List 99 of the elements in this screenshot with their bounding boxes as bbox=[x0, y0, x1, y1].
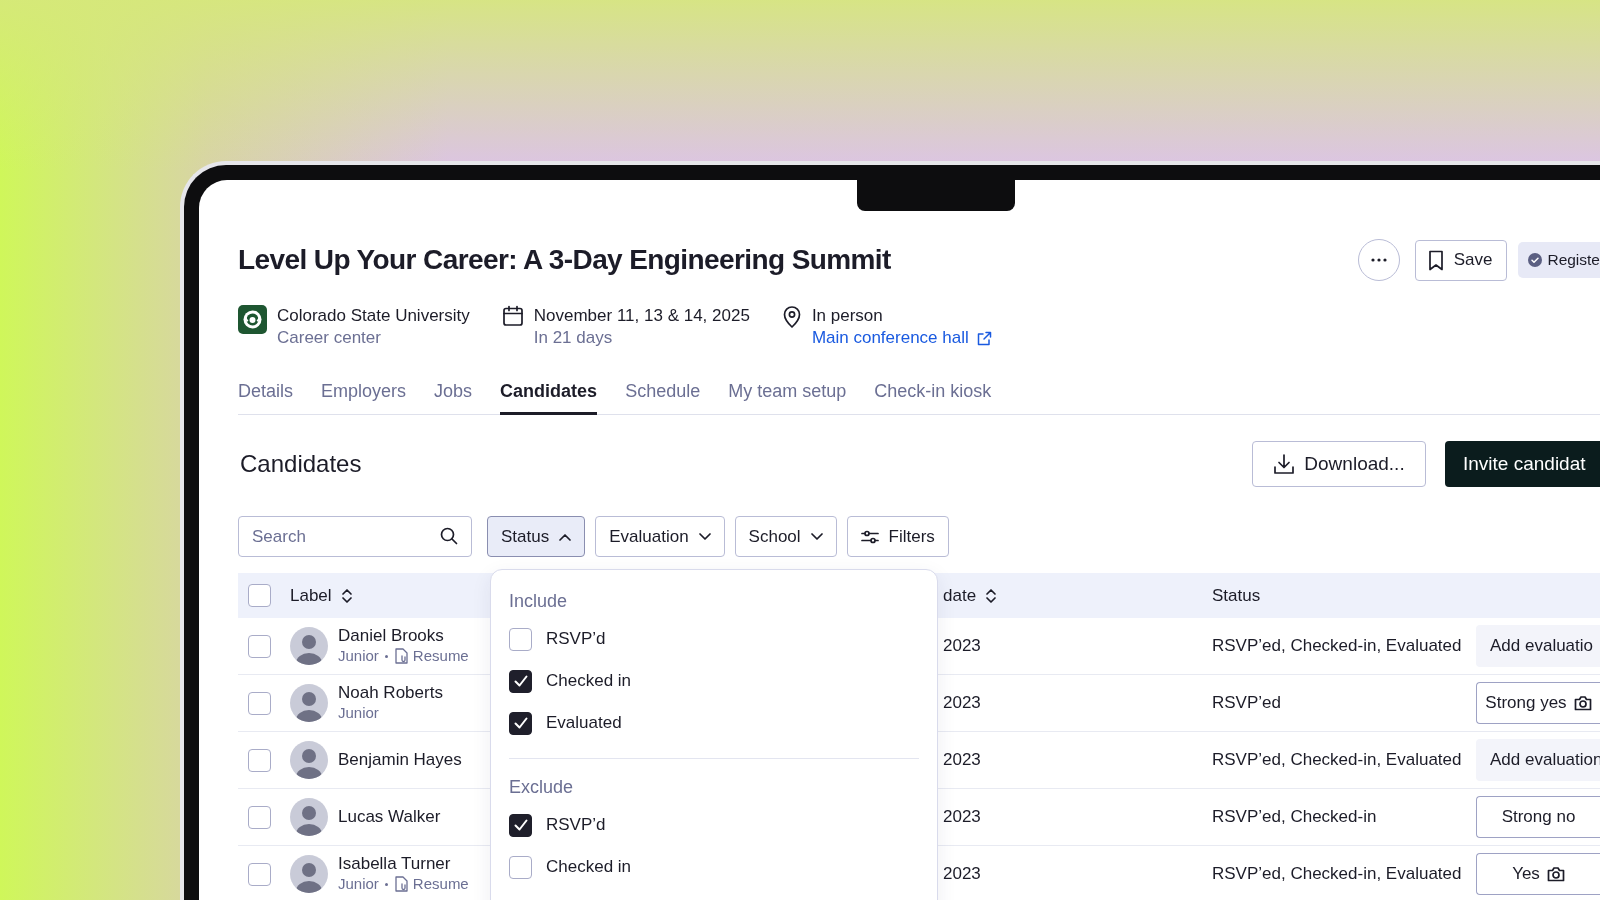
filter-dropdown[interactable]: Status bbox=[487, 516, 586, 557]
avatar-icon bbox=[290, 684, 328, 722]
tab[interactable]: Check-in kiosk bbox=[874, 380, 992, 415]
checkbox[interactable] bbox=[509, 669, 532, 693]
avatar-icon bbox=[290, 627, 328, 665]
sortable-column-header[interactable]: date bbox=[943, 585, 1212, 606]
evaluation-button[interactable]: Strong no bbox=[1476, 796, 1600, 838]
tab[interactable]: Details bbox=[238, 380, 294, 415]
group-heading: Exclude bbox=[509, 776, 575, 799]
event-date: November 11, 13 & 14, 2025 bbox=[533, 305, 750, 327]
checkbox[interactable] bbox=[509, 627, 532, 651]
option-label: Checked in bbox=[546, 671, 632, 691]
registered-badge: Registe bbox=[1518, 242, 1600, 278]
sliders-icon bbox=[860, 529, 879, 544]
check-icon bbox=[513, 717, 528, 729]
save-button[interactable]: Save bbox=[1414, 239, 1508, 281]
tab[interactable]: Candidates bbox=[500, 380, 598, 415]
calendar-icon bbox=[501, 305, 524, 327]
class-year: Junior bbox=[338, 874, 379, 894]
table-cell: 2023 bbox=[943, 864, 981, 883]
search-icon bbox=[440, 527, 458, 545]
table-cell: RSVP’ed, Checked-in, Evaluated bbox=[1212, 864, 1462, 883]
candidate-name: Benjamin Hayes bbox=[338, 750, 462, 770]
group-heading: Include bbox=[509, 590, 569, 613]
tab[interactable]: Schedule bbox=[625, 380, 701, 415]
sortable-column-header[interactable]: Label bbox=[290, 585, 353, 606]
checkbox[interactable] bbox=[509, 813, 532, 837]
table-cell: RSVP’ed, Checked-in, Evaluated bbox=[1212, 636, 1462, 655]
more-button[interactable] bbox=[1357, 239, 1400, 281]
checkbox[interactable] bbox=[509, 855, 532, 879]
checkbox[interactable] bbox=[248, 584, 271, 607]
option-label: RSVP’d bbox=[546, 629, 606, 649]
countdown-text: In 21 days bbox=[533, 327, 614, 349]
file-icon bbox=[393, 876, 409, 892]
separator-dot bbox=[384, 654, 388, 658]
column-header[interactable]: Status bbox=[1212, 585, 1476, 606]
tab[interactable]: Employers bbox=[321, 380, 407, 415]
external-link-icon bbox=[976, 330, 992, 346]
checkbox[interactable] bbox=[248, 748, 271, 772]
checkbox[interactable] bbox=[248, 691, 271, 715]
filter-dropdown[interactable]: School bbox=[734, 516, 837, 557]
tab[interactable]: Jobs bbox=[434, 380, 473, 415]
chevron-down-icon bbox=[698, 532, 711, 541]
invite-button[interactable]: Invite candidat bbox=[1445, 441, 1600, 487]
checkbox[interactable] bbox=[248, 862, 271, 886]
option-label: RSVP’d bbox=[546, 815, 606, 835]
organizer-subtitle: Career center bbox=[277, 327, 382, 349]
section-heading: Candidates bbox=[240, 450, 362, 478]
evaluation-button[interactable]: Yes bbox=[1476, 853, 1600, 895]
table-cell: RSVP’ed, Checked-in, Evaluated bbox=[1212, 750, 1462, 769]
download-button[interactable]: Download... bbox=[1252, 441, 1426, 487]
filter-dropdown[interactable]: Evaluation bbox=[595, 516, 725, 557]
camera-icon bbox=[1546, 866, 1565, 882]
table-cell: 2023 bbox=[943, 636, 981, 655]
avatar-icon bbox=[290, 741, 328, 779]
sort-icon bbox=[340, 586, 353, 605]
organizer-name: Colorado State University bbox=[277, 305, 470, 327]
check-icon bbox=[513, 675, 528, 687]
tab[interactable]: My team setup bbox=[728, 380, 847, 415]
checkbox[interactable] bbox=[248, 634, 271, 658]
candidate-name: Isabella Turner bbox=[338, 854, 452, 874]
class-year: Junior bbox=[338, 646, 379, 666]
separator-dot bbox=[384, 882, 388, 886]
check-icon bbox=[513, 819, 528, 831]
table-cell: RSVP’ed, Checked-in bbox=[1212, 807, 1377, 826]
table-cell: 2023 bbox=[943, 807, 981, 826]
logo-icon bbox=[238, 305, 267, 334]
check-circle-icon bbox=[1528, 253, 1543, 267]
location-pin-icon bbox=[781, 305, 802, 329]
table-cell: RSVP’ed bbox=[1212, 693, 1281, 712]
candidate-name: Lucas Walker bbox=[338, 807, 441, 827]
candidate-name: Noah Roberts bbox=[338, 683, 443, 703]
table-cell: 2023 bbox=[943, 750, 981, 769]
bookmark-icon bbox=[1427, 249, 1444, 271]
filters-button[interactable]: Filters bbox=[846, 516, 949, 557]
more-icon bbox=[1369, 258, 1388, 262]
table-cell: 2023 bbox=[943, 693, 981, 712]
avatar-icon bbox=[290, 798, 328, 836]
location-type: In person bbox=[811, 305, 884, 327]
camera-icon bbox=[1573, 695, 1592, 711]
candidate-name: Daniel Brooks bbox=[338, 626, 445, 646]
class-year: Junior bbox=[338, 703, 379, 723]
resume-link[interactable]: Resume bbox=[393, 646, 469, 666]
chevron-down-icon bbox=[810, 532, 823, 541]
file-icon bbox=[393, 648, 409, 664]
checkbox[interactable] bbox=[248, 805, 271, 829]
checkbox[interactable] bbox=[509, 711, 532, 735]
resume-link[interactable]: Resume bbox=[393, 874, 469, 894]
add-evaluation-button[interactable]: Add evaluatio bbox=[1476, 625, 1600, 667]
event-title: Level Up Your Career: A 3-Day Engineering Summit bbox=[238, 244, 891, 276]
chevron-up-icon bbox=[559, 532, 572, 541]
option-label: Checked in bbox=[546, 857, 632, 877]
search-field[interactable]: Search bbox=[238, 516, 472, 557]
evaluation-button[interactable]: Strong yes bbox=[1476, 682, 1600, 724]
avatar-icon bbox=[290, 855, 328, 893]
sort-icon bbox=[985, 586, 998, 605]
option-label: Evaluated bbox=[546, 713, 622, 733]
location-link[interactable]: Main conference hall bbox=[811, 327, 992, 349]
download-icon bbox=[1273, 453, 1296, 475]
